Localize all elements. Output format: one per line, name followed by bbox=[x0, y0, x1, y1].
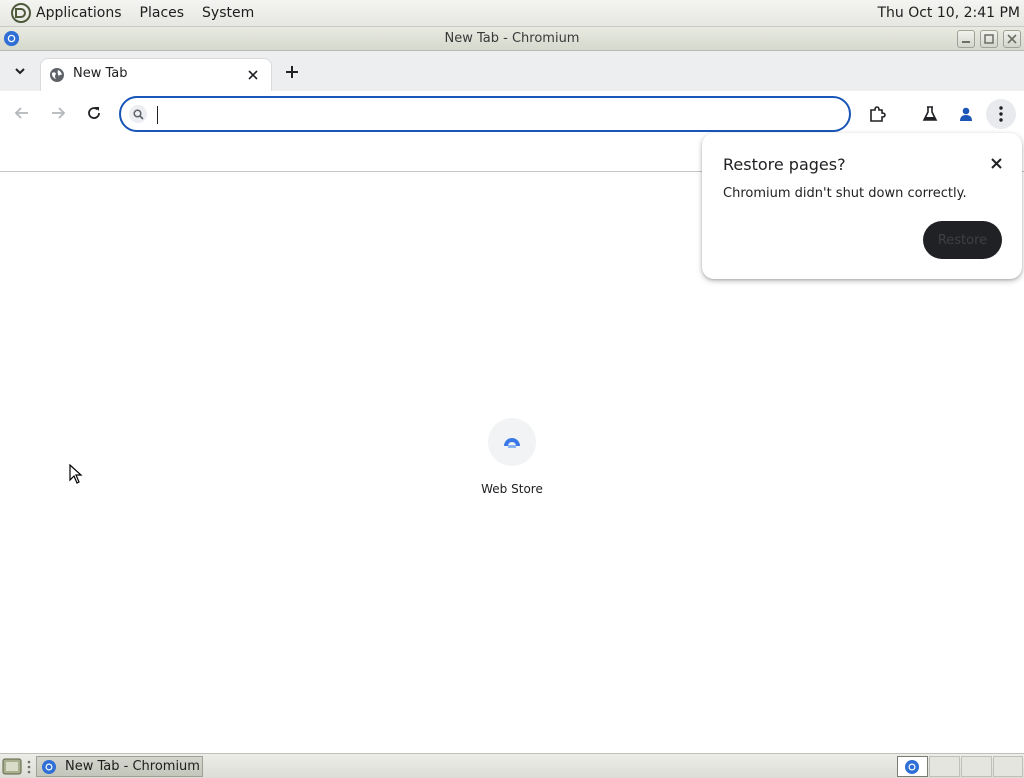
places-menu[interactable]: Places bbox=[140, 5, 185, 21]
close-icon bbox=[990, 157, 1002, 169]
address-input[interactable] bbox=[155, 102, 835, 126]
bottom-taskbar: New Tab - Chromium bbox=[0, 753, 1024, 778]
back-button[interactable] bbox=[8, 99, 36, 127]
applications-menu[interactable]: Applications bbox=[36, 5, 122, 21]
reload-icon bbox=[88, 107, 100, 119]
web-store-icon bbox=[488, 418, 536, 466]
dialog-close-button[interactable] bbox=[986, 153, 1006, 173]
taskbar-window-button[interactable]: New Tab - Chromium bbox=[36, 756, 203, 777]
close-icon bbox=[1007, 34, 1017, 44]
tab-label: New Tab bbox=[73, 66, 128, 81]
maximize-icon bbox=[984, 34, 994, 44]
arrow-left-icon bbox=[14, 107, 28, 119]
globe-icon bbox=[50, 68, 64, 82]
mouse-cursor-icon bbox=[69, 464, 83, 484]
tab-strip: New Tab bbox=[0, 51, 1024, 91]
window-close-button[interactable] bbox=[1003, 30, 1021, 48]
restore-pages-dialog: Restore pages? Chromium didn't shut down… bbox=[702, 133, 1022, 279]
tab-new-tab[interactable]: New Tab bbox=[40, 58, 272, 91]
workspace-1[interactable] bbox=[897, 756, 928, 777]
person-icon bbox=[960, 107, 972, 121]
arrow-right-icon bbox=[52, 107, 66, 119]
puzzle-icon bbox=[870, 106, 886, 122]
dialog-message: Chromium didn't shut down correctly. bbox=[723, 186, 967, 201]
shortcut-label: Web Store bbox=[481, 482, 543, 496]
restore-button[interactable]: Restore bbox=[923, 221, 1002, 259]
text-caret bbox=[157, 106, 158, 124]
chromium-icon bbox=[42, 759, 56, 774]
top-panel: Applications Places System Thu Oct 10, 2… bbox=[0, 0, 1024, 27]
maximize-button[interactable] bbox=[980, 30, 998, 48]
minimize-button[interactable] bbox=[957, 30, 975, 48]
taskbar-window-label: New Tab - Chromium bbox=[65, 759, 200, 774]
tab-close-button[interactable] bbox=[243, 65, 263, 85]
drag-handle-icon[interactable] bbox=[27, 759, 31, 775]
browser-toolbar bbox=[0, 91, 1024, 136]
more-vert-icon bbox=[999, 106, 1003, 122]
plus-icon bbox=[286, 66, 298, 78]
window-title: New Tab - Chromium bbox=[444, 31, 580, 46]
shortcut-web-store[interactable]: Web Store bbox=[462, 418, 562, 502]
search-icon bbox=[129, 105, 147, 123]
system-menu[interactable]: System bbox=[202, 5, 254, 21]
menu-button[interactable] bbox=[986, 99, 1016, 129]
close-icon bbox=[248, 70, 258, 80]
panel-clock[interactable]: Thu Oct 10, 2:41 PM bbox=[877, 5, 1020, 21]
workspace-2[interactable] bbox=[929, 756, 960, 777]
new-tab-button[interactable] bbox=[280, 60, 304, 84]
labs-button[interactable] bbox=[915, 99, 945, 129]
flask-icon bbox=[922, 106, 938, 121]
profile-button[interactable] bbox=[951, 99, 981, 129]
address-bar[interactable] bbox=[119, 96, 851, 132]
workspace-4[interactable] bbox=[993, 756, 1023, 777]
distro-logo-icon[interactable] bbox=[11, 3, 31, 23]
show-desktop-icon[interactable] bbox=[2, 757, 22, 776]
extensions-button[interactable] bbox=[862, 99, 892, 129]
reload-button[interactable] bbox=[80, 99, 108, 127]
chromium-icon bbox=[905, 760, 919, 774]
tab-search-button[interactable] bbox=[9, 60, 31, 82]
minimize-icon bbox=[962, 41, 970, 43]
chevron-down-icon bbox=[15, 68, 25, 75]
workspace-3[interactable] bbox=[961, 756, 992, 777]
window-titlebar[interactable]: New Tab - Chromium bbox=[0, 27, 1024, 51]
dialog-title: Restore pages? bbox=[723, 155, 846, 174]
forward-button[interactable] bbox=[44, 99, 72, 127]
